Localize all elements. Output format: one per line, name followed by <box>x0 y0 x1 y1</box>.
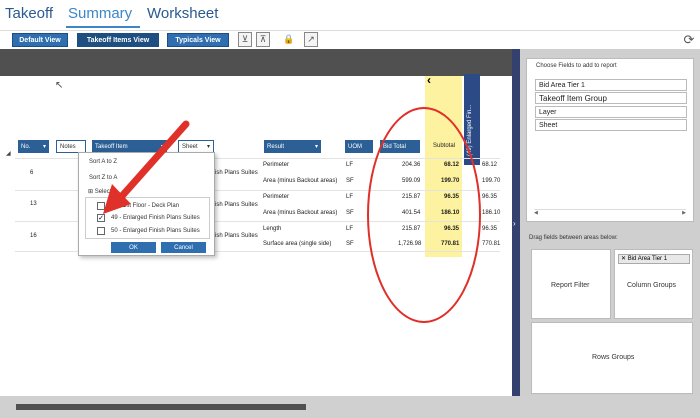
rows-groups-area[interactable]: Rows Groups <box>531 322 693 394</box>
drag-fields-title: Drag fields between areas below: <box>529 235 618 241</box>
field-layer[interactable]: Layer <box>535 106 687 118</box>
annotation-arrow-shaft <box>118 120 190 200</box>
rows-groups-label: Rows Groups <box>592 354 635 361</box>
column-groups-label: Column Groups <box>627 282 677 289</box>
panel-splitter[interactable]: › <box>512 49 520 396</box>
fields-scrollbar[interactable]: ◀ ▶ <box>534 209 686 217</box>
field-takeoff-item-group[interactable]: Takeoff Item Group <box>535 92 687 104</box>
choose-fields-title: Choose Fields to add to report <box>536 63 617 69</box>
field-bid-area-tier-1[interactable]: Bid Area Tier 1 <box>535 79 687 91</box>
report-filter-label: Report Filter <box>551 282 590 289</box>
column-group-chip[interactable]: ✕ Bid Area Tier 1 <box>618 254 690 264</box>
report-filter-area[interactable]: Report Filter <box>531 249 611 319</box>
column-groups-area[interactable]: ✕ Bid Area Tier 1 Column Groups <box>614 249 693 319</box>
scrollbar-thumb[interactable] <box>16 404 306 410</box>
chevron-right-icon[interactable]: › <box>513 219 516 228</box>
field-sheet[interactable]: Sheet <box>535 119 687 131</box>
column-chip-label: Bid Area Tier 1 <box>627 256 668 262</box>
annotation-circle <box>367 107 481 323</box>
